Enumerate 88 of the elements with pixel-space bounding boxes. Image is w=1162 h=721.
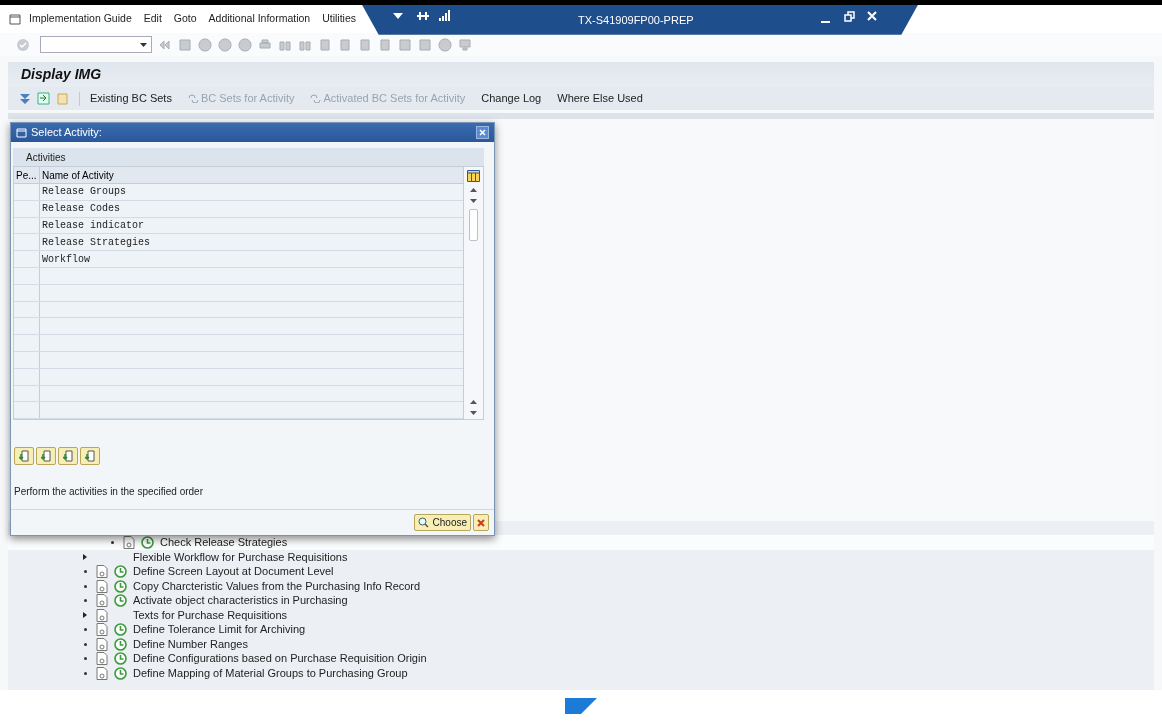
bc-set-icon [187, 94, 199, 103]
toolbar-button[interactable]: Where Else Used [557, 90, 643, 107]
expand-all-icon[interactable] [19, 92, 31, 105]
close-icon[interactable] [867, 10, 877, 21]
tree-item-label[interactable]: Flexible Workflow for Purchase Requisitions [133, 548, 348, 566]
menu-item[interactable]: Implementation Guide [29, 11, 132, 27]
order-button[interactable] [36, 447, 56, 466]
screen-title: Display IMG [21, 65, 102, 85]
activity-cell[interactable]: Release Codes [40, 200, 463, 217]
signal-icon [438, 9, 450, 21]
execute-clock-icon[interactable] [114, 594, 127, 608]
tree-item-label[interactable]: Define Screen Layout at Document Level [133, 563, 334, 580]
expand-arrow-icon[interactable] [83, 554, 87, 561]
activity-cell[interactable]: Workflow [40, 251, 463, 267]
expand-arrow-icon[interactable] [83, 612, 87, 619]
execute-clock-icon[interactable] [114, 579, 127, 593]
column-settings-icon[interactable] [467, 170, 480, 182]
pin-icon[interactable] [417, 10, 429, 21]
bullet-icon [110, 541, 114, 545]
search-icon [417, 517, 429, 528]
activity-cell[interactable]: Release Strategies [40, 234, 463, 251]
execute-clock-icon[interactable] [141, 536, 154, 550]
menu-item[interactable]: Edit [143, 11, 162, 27]
scroll-down-icon[interactable] [470, 411, 477, 416]
choose-button[interactable]: Choose [413, 514, 471, 531]
tree-item-label[interactable]: Define Tolerance Limit for Archiving [133, 621, 306, 638]
tree-item-label[interactable]: Texts for Purchase Requisitions [133, 606, 288, 624]
document-icon [96, 623, 108, 637]
activity-cell[interactable]: Release Groups [40, 184, 463, 200]
column-header[interactable]: Name of Activity [40, 167, 463, 183]
bullet-icon [83, 642, 87, 646]
document-icon [96, 637, 108, 651]
bullet-icon [83, 584, 87, 588]
order-button[interactable] [80, 447, 100, 466]
sap-logo-icon [565, 697, 597, 714]
close-button[interactable] [476, 126, 489, 139]
bullet-icon [83, 671, 87, 675]
close-icon [477, 518, 485, 527]
window-title: TX-S41909FP00-PREP [578, 12, 694, 28]
tree-item-label[interactable]: Activate object characteristics in Purchasing [133, 592, 348, 609]
dialog-title: Select Activity: [31, 125, 103, 141]
cancel-button[interactable] [473, 514, 489, 531]
print-icon[interactable] [258, 37, 272, 52]
activity-cell[interactable]: Release indicator [40, 217, 463, 234]
restore-icon[interactable] [844, 10, 855, 22]
close-icon [479, 129, 486, 136]
toolbar-button[interactable]: Existing BC Sets [90, 90, 172, 107]
menu-item[interactable]: Additional Information [208, 11, 311, 27]
document-icon [96, 565, 108, 579]
document-icon [96, 652, 108, 666]
bullet-icon [83, 657, 87, 661]
execute-clock-icon[interactable] [114, 666, 127, 680]
dialog-icon [16, 127, 27, 138]
execute-clock-icon[interactable] [114, 652, 127, 666]
tree-item-label[interactable]: Define Mapping of Material Groups to Purchasing Group [133, 664, 408, 682]
document-icon [96, 666, 108, 680]
document-icon [96, 594, 108, 608]
scrollbar-thumb[interactable] [469, 209, 478, 241]
tree-item-label[interactable]: Check Release Strategies [160, 534, 288, 551]
import-icon[interactable] [37, 92, 50, 105]
bc-set-icon [310, 94, 322, 103]
monitor-icon[interactable] [458, 37, 472, 52]
bullet-icon [83, 628, 87, 632]
dropdown-icon[interactable] [140, 42, 147, 47]
dropdown-icon[interactable] [393, 12, 403, 19]
tree-item-label[interactable]: Define Configurations based on Purchase Requisition Origin [133, 650, 427, 667]
hint-text: Perform the activities in the specified order [14, 485, 204, 500]
menu-item[interactable]: Goto [173, 11, 197, 27]
scroll-down-icon[interactable] [470, 199, 477, 203]
table-section-title: Activities [26, 150, 66, 165]
bullet-icon [83, 599, 87, 603]
order-button[interactable] [58, 447, 78, 466]
menu-item[interactable]: Utilities [322, 11, 356, 27]
toolbar-button[interactable]: Change Log [481, 90, 542, 107]
tree-item-label[interactable]: Define Number Ranges [133, 635, 248, 653]
execute-clock-icon[interactable] [114, 637, 127, 651]
order-button[interactable] [14, 447, 34, 466]
scroll-up-icon[interactable] [470, 400, 477, 405]
tree-item-label[interactable]: Copy Charcteristic Values from the Purchasing Info Record [133, 577, 421, 595]
bullet-icon [83, 570, 87, 574]
command-field[interactable] [40, 36, 152, 54]
menu-icon[interactable] [9, 13, 21, 25]
document-icon [96, 608, 108, 622]
column-header[interactable]: Pe... [14, 167, 40, 183]
execute-clock-icon[interactable] [114, 623, 127, 637]
scroll-up-icon[interactable] [470, 188, 477, 192]
execute-clock-icon[interactable] [114, 565, 127, 579]
document-icon [96, 579, 108, 593]
